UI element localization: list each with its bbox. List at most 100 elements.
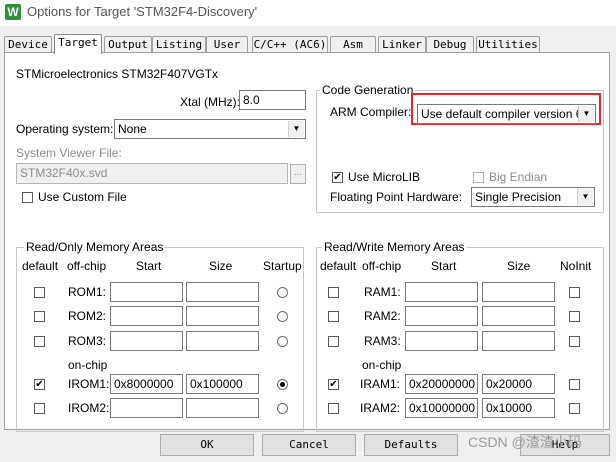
irom1-start-input[interactable]: 0x8000000 bbox=[110, 374, 183, 394]
microlib-checkbox[interactable]: ✔ bbox=[332, 172, 343, 183]
ram-header-offchip: off-chip bbox=[362, 259, 402, 273]
svf-browse-button[interactable]: ... bbox=[290, 164, 306, 184]
rom2-startup-radio[interactable] bbox=[277, 311, 288, 322]
custom-file-checkbox[interactable] bbox=[22, 192, 33, 203]
irom2-default-checkbox[interactable] bbox=[34, 403, 45, 414]
iram1-start-input[interactable]: 0x20000000 bbox=[405, 374, 478, 394]
fpu-select[interactable]: Single Precision ▼ bbox=[471, 187, 595, 207]
title-bar: W Options for Target 'STM32F4-Discovery' bbox=[0, 0, 616, 27]
tab-asm[interactable]: Asm bbox=[330, 36, 376, 53]
rom1-label: ROM1: bbox=[68, 285, 107, 299]
irom2-label: IROM2: bbox=[68, 401, 110, 415]
ram3-noinit-checkbox[interactable] bbox=[569, 336, 580, 347]
rom1-start-input[interactable] bbox=[110, 282, 183, 302]
iram2-default-checkbox[interactable] bbox=[328, 403, 339, 414]
tab-user[interactable]: User bbox=[206, 36, 248, 53]
chevron-down-icon[interactable]: ▼ bbox=[288, 121, 304, 137]
fpu-select-value: Single Precision bbox=[475, 190, 562, 204]
ram1-noinit-checkbox[interactable] bbox=[569, 287, 580, 298]
rom2-label: ROM2: bbox=[68, 309, 107, 323]
microlib-label: Use MicroLIB bbox=[348, 170, 421, 184]
rom-title: Read/Only Memory Areas bbox=[24, 240, 166, 254]
ram1-default-checkbox[interactable] bbox=[328, 287, 339, 298]
irom1-startup-radio[interactable] bbox=[277, 379, 288, 390]
ram3-size-input[interactable] bbox=[482, 331, 555, 351]
xtal-input[interactable]: 8.0 bbox=[239, 90, 306, 110]
custom-file-label: Use Custom File bbox=[38, 190, 127, 204]
defaults-button[interactable]: Defaults bbox=[364, 434, 458, 456]
compiler-label: ARM Compiler: bbox=[330, 105, 412, 119]
ram2-noinit-checkbox[interactable] bbox=[569, 311, 580, 322]
rom1-startup-radio[interactable] bbox=[277, 287, 288, 298]
options-dialog: Device Target Output Listing User C/C++ … bbox=[0, 26, 616, 462]
irom1-label: IROM1: bbox=[68, 377, 110, 391]
ram-header-default: default bbox=[320, 259, 357, 273]
keil-app-icon: W bbox=[5, 4, 21, 20]
tab-debug[interactable]: Debug bbox=[426, 36, 474, 53]
rom-header-default: default bbox=[22, 259, 59, 273]
ram1-size-input[interactable] bbox=[482, 282, 555, 302]
rom-header-size: Size bbox=[209, 259, 233, 273]
irom2-start-input[interactable] bbox=[110, 398, 183, 418]
rom2-default-checkbox[interactable] bbox=[34, 311, 45, 322]
rom-header-startup: Startup bbox=[263, 259, 302, 273]
chevron-down-icon[interactable]: ▼ bbox=[578, 106, 594, 122]
ram3-default-checkbox[interactable] bbox=[328, 336, 339, 347]
radio-selected-dot bbox=[280, 382, 285, 387]
tab-listing[interactable]: Listing bbox=[152, 36, 206, 53]
rom-header-offchip: off-chip bbox=[67, 259, 107, 273]
compiler-select[interactable]: Use default compiler version 6 ▼ bbox=[417, 104, 596, 124]
compiler-select-value: Use default compiler version 6 bbox=[421, 107, 583, 121]
ram2-default-checkbox[interactable] bbox=[328, 311, 339, 322]
rom1-default-checkbox[interactable] bbox=[34, 287, 45, 298]
iram2-start-input[interactable]: 0x10000000 bbox=[405, 398, 478, 418]
ram2-label: RAM2: bbox=[364, 309, 401, 323]
ram-onchip-label: on-chip bbox=[362, 358, 402, 372]
rom3-size-input[interactable] bbox=[186, 331, 259, 351]
irom1-default-checkbox[interactable]: ✔ bbox=[34, 379, 45, 390]
rom3-startup-radio[interactable] bbox=[277, 336, 288, 347]
rom2-size-input[interactable] bbox=[186, 306, 259, 326]
ram2-start-input[interactable] bbox=[405, 306, 478, 326]
rom1-size-input[interactable] bbox=[186, 282, 259, 302]
tab-utilities[interactable]: Utilities bbox=[476, 36, 540, 53]
iram1-noinit-checkbox[interactable] bbox=[569, 379, 580, 390]
ram-header-start: Start bbox=[431, 259, 457, 273]
csdn-watermark: CSDN @渣渣小码 bbox=[468, 434, 582, 450]
tab-target[interactable]: Target bbox=[54, 34, 102, 54]
big-endian-label: Big Endian bbox=[489, 170, 548, 184]
ok-button[interactable]: OK bbox=[160, 434, 254, 456]
big-endian-checkbox[interactable] bbox=[473, 172, 484, 183]
ram2-size-input[interactable] bbox=[482, 306, 555, 326]
irom2-startup-radio[interactable] bbox=[277, 403, 288, 414]
tab-device[interactable]: Device bbox=[4, 36, 52, 53]
os-select[interactable]: None ▼ bbox=[114, 119, 306, 139]
codegen-title: Code Generation bbox=[320, 83, 416, 97]
cancel-button[interactable]: Cancel bbox=[262, 434, 356, 456]
rom3-start-input[interactable] bbox=[110, 331, 183, 351]
irom1-size-input[interactable]: 0x100000 bbox=[186, 374, 259, 394]
irom2-size-input[interactable] bbox=[186, 398, 259, 418]
iram1-size-input[interactable]: 0x20000 bbox=[482, 374, 555, 394]
tab-cpp[interactable]: C/C++ (AC6) bbox=[252, 36, 328, 53]
tab-linker[interactable]: Linker bbox=[378, 36, 426, 53]
rom-onchip-label: on-chip bbox=[68, 358, 108, 372]
iram1-default-checkbox[interactable]: ✔ bbox=[328, 379, 339, 390]
rom3-label: ROM3: bbox=[68, 334, 107, 348]
rom3-default-checkbox[interactable] bbox=[34, 336, 45, 347]
target-panel: STMicroelectronics STM32F407VGTx Xtal (M… bbox=[4, 52, 610, 432]
rom2-start-input[interactable] bbox=[110, 306, 183, 326]
chevron-down-icon[interactable]: ▼ bbox=[577, 189, 593, 205]
xtal-label: Xtal (MHz): bbox=[180, 95, 240, 109]
ram3-label: RAM3: bbox=[364, 334, 401, 348]
window-title: Options for Target 'STM32F4-Discovery' bbox=[27, 4, 258, 19]
ram1-start-input[interactable] bbox=[405, 282, 478, 302]
device-name: STMicroelectronics STM32F407VGTx bbox=[16, 67, 219, 81]
svf-input[interactable]: STM32F40x.svd bbox=[16, 163, 288, 184]
ram1-label: RAM1: bbox=[364, 285, 401, 299]
tab-output[interactable]: Output bbox=[104, 36, 152, 53]
ram3-start-input[interactable] bbox=[405, 331, 478, 351]
iram2-size-input[interactable]: 0x10000 bbox=[482, 398, 555, 418]
iram2-noinit-checkbox[interactable] bbox=[569, 403, 580, 414]
rom-header-start: Start bbox=[136, 259, 162, 273]
